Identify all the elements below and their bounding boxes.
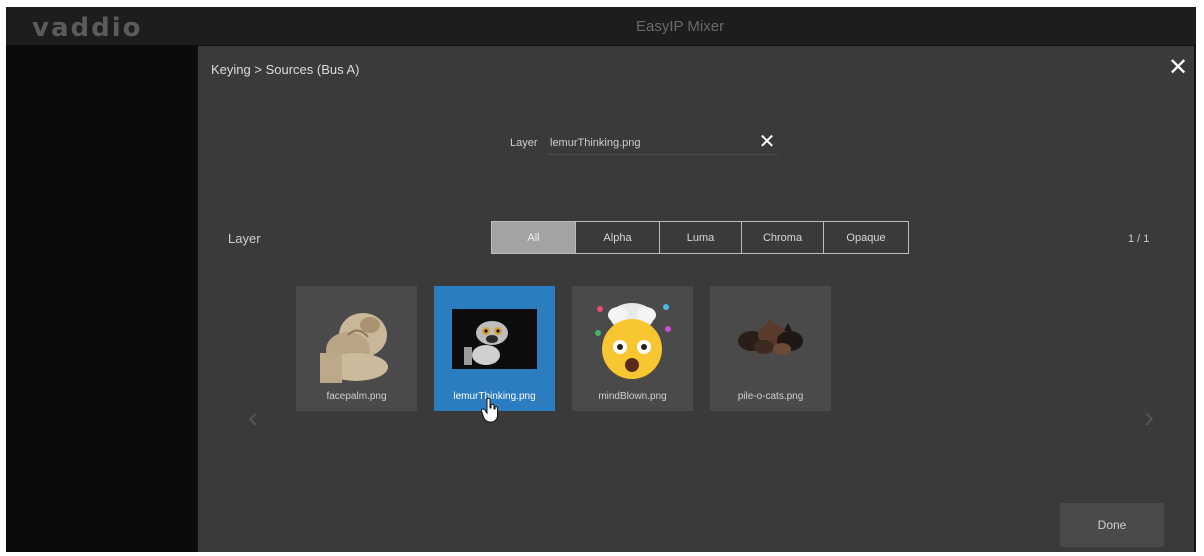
current-layer-underline <box>548 154 778 155</box>
close-icon[interactable]: ✕ <box>1166 56 1190 80</box>
right-panel <box>1194 45 1196 552</box>
tile-name: pile-o-cats.png <box>737 391 804 402</box>
mind-blown-thumbnail <box>595 303 671 379</box>
source-tile-pile-o-cats[interactable]: pile-o-cats.png <box>710 286 831 411</box>
filter-label: Layer <box>228 231 261 246</box>
current-layer-label: Layer <box>510 137 538 149</box>
sources-modal: Keying > Sources (Bus A) ✕ Layer lemurTh… <box>198 46 1194 552</box>
filter-chroma[interactable]: Chroma <box>742 222 824 253</box>
done-button[interactable]: Done <box>1060 503 1164 547</box>
source-tile-facepalm[interactable]: facepalm.png <box>296 286 417 411</box>
app-title: EasyIP Mixer <box>636 18 725 35</box>
hand-cursor-icon <box>480 397 498 423</box>
current-layer: Layer lemurThinking.png ✕ <box>510 131 800 156</box>
chevron-left-icon[interactable]: ‹ <box>242 398 264 438</box>
page-count: 1 / 1 <box>1128 233 1150 245</box>
vaddio-logo: vaddio <box>32 13 143 43</box>
lemur-thumbnail <box>452 309 537 369</box>
filter-luma[interactable]: Luma <box>660 222 742 253</box>
filter-tabs: All Alpha Luma Chroma Opaque <box>491 221 909 254</box>
tile-name: facepalm.png <box>326 391 387 402</box>
facepalm-thumbnail <box>320 313 388 383</box>
app-window: vaddio EasyIP Mixer Keying > Sources (Bu… <box>6 7 1196 552</box>
clear-icon[interactable]: ✕ <box>756 131 778 153</box>
chevron-right-icon[interactable]: › <box>1138 398 1160 438</box>
current-layer-value: lemurThinking.png <box>550 137 641 149</box>
top-bar: vaddio EasyIP Mixer <box>6 7 1196 45</box>
filter-all[interactable]: All <box>492 222 576 253</box>
source-tile-mind-blown[interactable]: mindBlown.png <box>572 286 693 411</box>
source-tile-lemur-thinking[interactable]: lemurThinking.png <box>434 286 555 411</box>
modal-title: Keying > Sources (Bus A) <box>211 62 360 77</box>
pile-o-cats-thumbnail <box>738 317 803 355</box>
tile-name: mindBlown.png <box>598 391 667 402</box>
filter-opaque[interactable]: Opaque <box>824 222 908 253</box>
filter-alpha[interactable]: Alpha <box>576 222 660 253</box>
left-panel <box>6 45 196 552</box>
